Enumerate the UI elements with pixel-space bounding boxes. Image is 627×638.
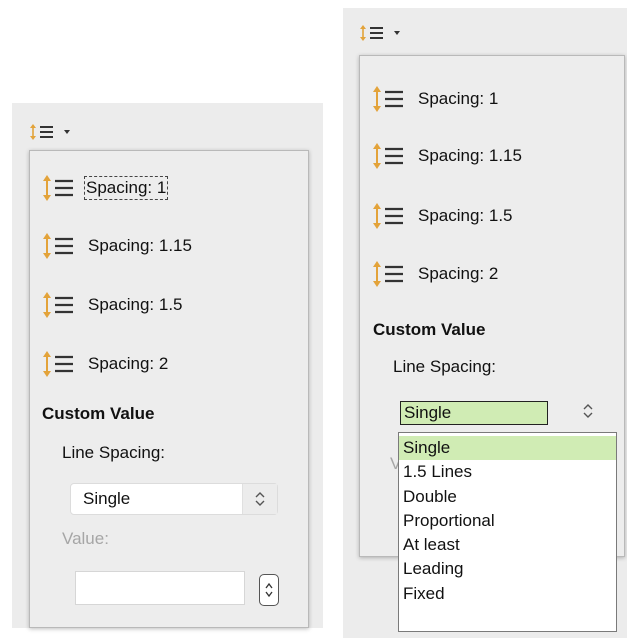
spinner-arrows-icon bbox=[265, 582, 273, 598]
value-input[interactable] bbox=[75, 571, 245, 605]
spacing-item-label: Spacing: 1 bbox=[83, 176, 169, 200]
spacing-item-1[interactable]: Spacing: 1 bbox=[40, 173, 169, 203]
chevron-down-icon bbox=[64, 130, 70, 134]
value-spin-button[interactable] bbox=[259, 574, 279, 606]
option-at-least[interactable]: At least bbox=[399, 533, 616, 557]
chevron-down-icon bbox=[394, 31, 400, 35]
line-spacing-icon bbox=[43, 175, 73, 201]
line-spacing-icon bbox=[43, 292, 73, 318]
spacing-item-2[interactable]: Spacing: 2 bbox=[40, 349, 168, 379]
line-spacing-icon bbox=[373, 261, 403, 287]
line-spacing-toolbar-button-right[interactable] bbox=[357, 18, 407, 48]
option-1-5-lines[interactable]: 1.5 Lines bbox=[399, 460, 616, 484]
line-spacing-icon bbox=[43, 351, 73, 377]
line-spacing-label: Line Spacing: bbox=[62, 443, 166, 462]
spacing-item-1-5[interactable]: Spacing: 1.5 bbox=[40, 290, 183, 320]
line-spacing-icon bbox=[30, 124, 70, 140]
line-spacing-icon bbox=[373, 203, 403, 229]
option-single[interactable]: Single bbox=[399, 436, 616, 461]
spacing-item-1-15[interactable]: Spacing: 1.15 bbox=[40, 231, 192, 261]
spacing-item-1-5[interactable]: Spacing: 1.5 bbox=[370, 201, 513, 231]
line-spacing-icon bbox=[43, 233, 73, 259]
spacing-item-label: Spacing: 1.15 bbox=[418, 146, 522, 165]
line-spacing-icon bbox=[360, 25, 400, 41]
custom-value-heading: Custom Value bbox=[373, 320, 486, 339]
combo-arrows-icon bbox=[242, 484, 277, 514]
line-spacing-combo-value: Single bbox=[400, 401, 548, 425]
spacing-item-label: Spacing: 1 bbox=[418, 89, 499, 108]
spacing-item-label: Spacing: 2 bbox=[418, 264, 499, 283]
option-fixed[interactable]: Fixed bbox=[399, 582, 616, 606]
line-spacing-combo-value: Single bbox=[83, 489, 131, 508]
left-spacing-popup: Spacing: 1 Spacing: 1.15 Spacing: 1.5 Sp… bbox=[29, 150, 309, 628]
line-spacing-dropdown-list[interactable]: Single 1.5 Lines Double Proportional At … bbox=[398, 432, 617, 632]
spacing-item-label: Spacing: 1.5 bbox=[418, 206, 513, 225]
line-spacing-combo[interactable]: Single bbox=[70, 483, 278, 515]
line-spacing-combo-open[interactable]: Single bbox=[400, 398, 612, 428]
spacing-item-1[interactable]: Spacing: 1 bbox=[370, 84, 498, 114]
option-double[interactable]: Double bbox=[399, 485, 616, 509]
spacing-item-label: Spacing: 1.5 bbox=[88, 295, 183, 314]
line-spacing-icon bbox=[373, 143, 403, 169]
spacing-item-1-15[interactable]: Spacing: 1.15 bbox=[370, 141, 522, 171]
option-leading[interactable]: Leading bbox=[399, 557, 616, 581]
value-label: Value: bbox=[62, 529, 109, 548]
option-proportional[interactable]: Proportional bbox=[399, 509, 616, 533]
line-spacing-icon bbox=[373, 86, 403, 112]
spacing-item-label: Spacing: 1.15 bbox=[88, 236, 192, 255]
spacing-item-2[interactable]: Spacing: 2 bbox=[370, 259, 498, 289]
line-spacing-toolbar-button[interactable] bbox=[27, 117, 77, 147]
combo-arrows-icon bbox=[582, 403, 594, 424]
line-spacing-label: Line Spacing: bbox=[393, 357, 497, 376]
custom-value-heading: Custom Value bbox=[42, 404, 155, 423]
spacing-item-label: Spacing: 2 bbox=[88, 354, 169, 373]
